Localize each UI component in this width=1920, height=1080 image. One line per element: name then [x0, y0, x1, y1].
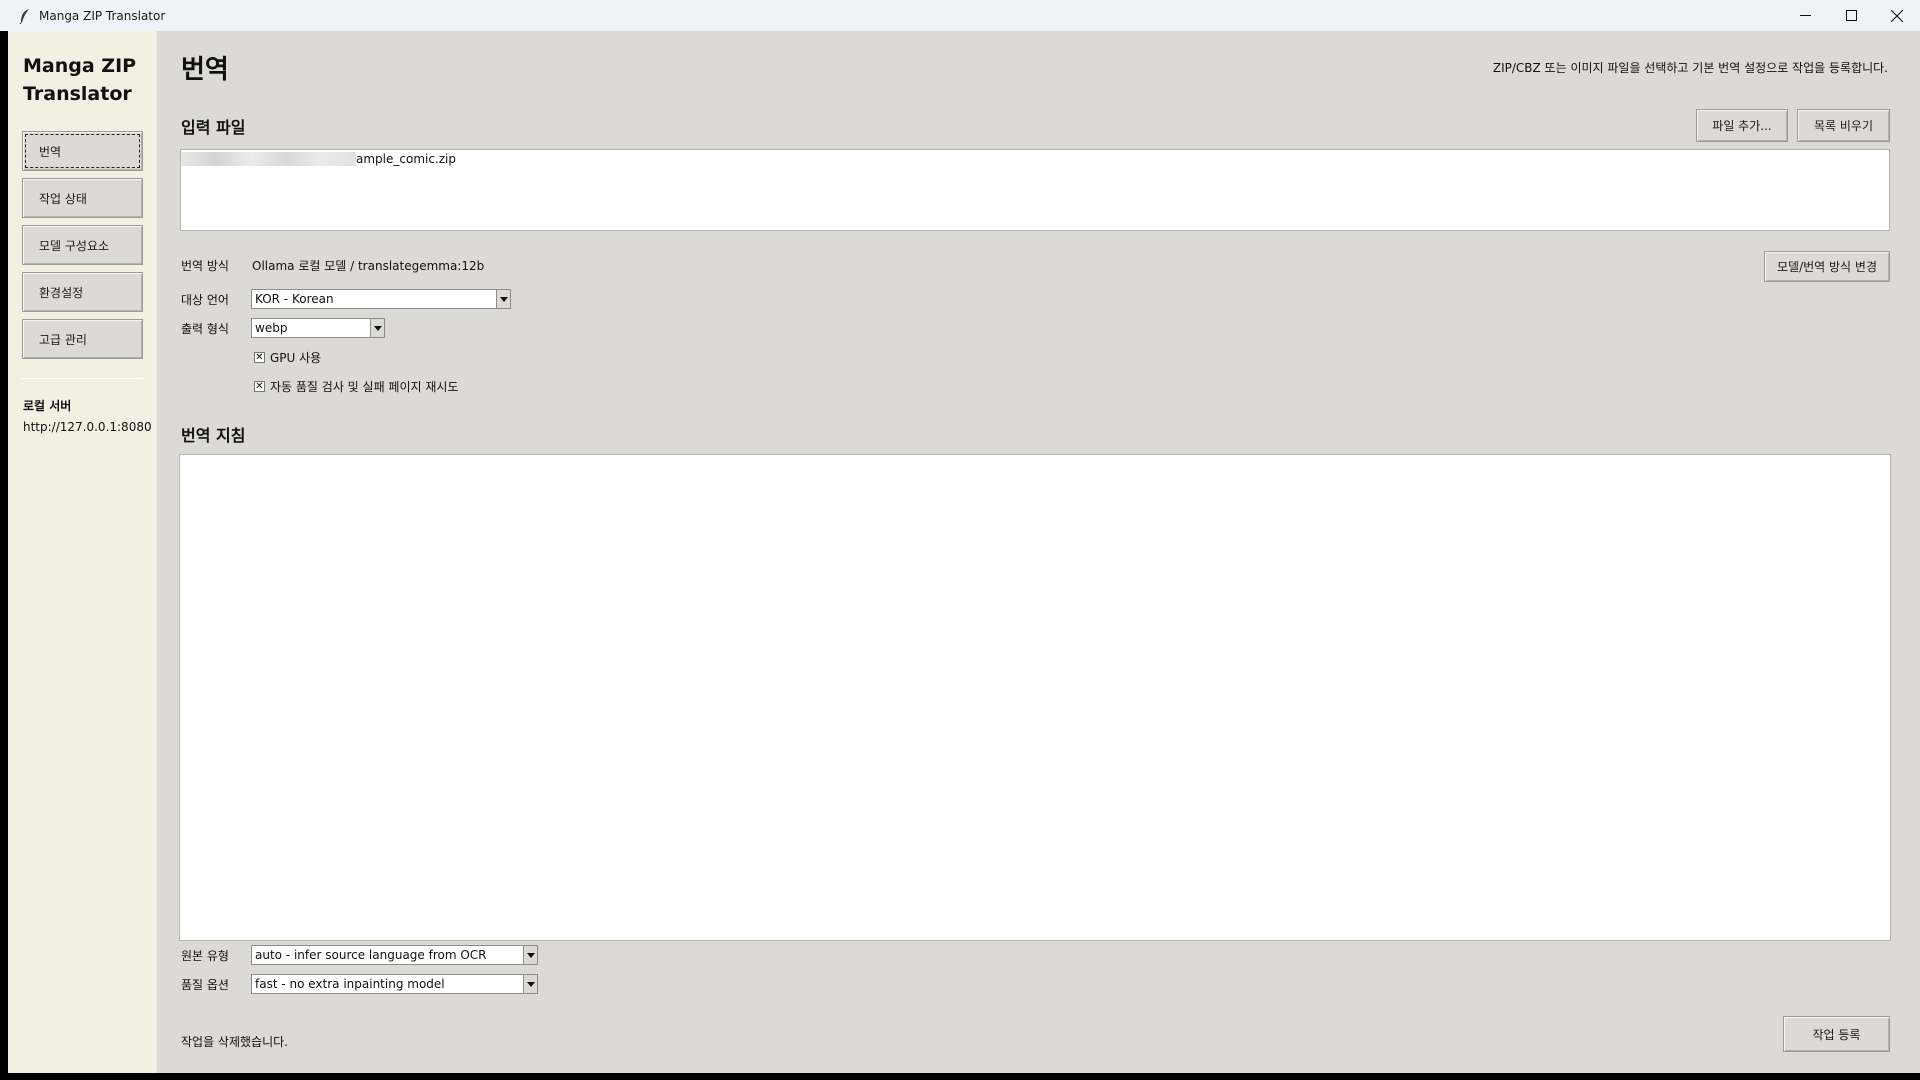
- method-label: 번역 방식: [181, 259, 229, 273]
- target-language-value: KOR - Korean: [255, 292, 334, 306]
- chevron-down-icon[interactable]: [523, 975, 537, 993]
- sidebar-item-label: 작업 상태: [39, 191, 87, 206]
- auto-qc-checkbox[interactable]: ✕: [254, 380, 265, 392]
- maximize-icon[interactable]: [1828, 0, 1874, 31]
- target-language-select[interactable]: KOR - Korean: [251, 289, 511, 309]
- status-message: 작업을 삭제했습니다.: [181, 1035, 288, 1049]
- server-title: 로컬 서버: [23, 399, 72, 413]
- quality-value: fast - no extra inpainting model: [255, 977, 445, 991]
- input-files-title: 입력 파일: [181, 118, 246, 137]
- method-value: Ollama 로컬 모델 / translategemma:12b: [252, 259, 485, 273]
- feather-icon: [17, 8, 33, 24]
- sidebar-item-advanced[interactable]: 고급 관리: [22, 319, 143, 359]
- minimize-icon[interactable]: [1782, 0, 1828, 31]
- window-title: Manga ZIP Translator: [39, 8, 166, 23]
- sidebar-item-settings[interactable]: 환경설정: [22, 272, 143, 312]
- output-format-label: 출력 형식: [181, 322, 229, 336]
- sidebar-item-label: 환경설정: [39, 285, 84, 300]
- target-language-label: 대상 언어: [181, 293, 229, 307]
- app-name-line2: Translator: [23, 83, 132, 105]
- chevron-down-icon[interactable]: [496, 290, 510, 308]
- file-list[interactable]: ample_comic.zip: [180, 149, 1890, 231]
- sidebar-item-translate[interactable]: 번역: [22, 131, 143, 171]
- guidelines-title: 번역 지침: [181, 426, 246, 445]
- submit-job-button[interactable]: 작업 등록: [1783, 1016, 1890, 1052]
- list-item[interactable]: ample_comic.zip: [181, 150, 1889, 167]
- sidebar-item-label: 번역: [39, 144, 62, 159]
- clear-list-button[interactable]: 목록 비우기: [1797, 109, 1890, 142]
- window-controls: [1782, 0, 1920, 31]
- app-name-line1: Manga ZIP: [23, 55, 137, 77]
- page-title: 번역: [181, 55, 229, 85]
- quality-label: 품질 옵션: [181, 978, 229, 992]
- gpu-checkbox-row[interactable]: ✕ GPU 사용: [254, 349, 321, 365]
- sidebar-divider: [22, 378, 143, 379]
- auto-qc-checkbox-label: 자동 품질 검사 및 실패 페이지 재시도: [270, 379, 459, 394]
- redacted-path: [181, 151, 356, 166]
- gpu-checkbox-label: GPU 사용: [270, 350, 322, 365]
- app-name: Manga ZIP Translator: [23, 52, 153, 108]
- sidebar: Manga ZIP Translator 번역 작업 상태 모델 구성요소 환경…: [8, 31, 157, 1073]
- source-type-select[interactable]: auto - infer source language from OCR: [251, 945, 538, 965]
- close-icon[interactable]: [1874, 0, 1920, 31]
- page-description: ZIP/CBZ 또는 이미지 파일을 선택하고 기본 번역 설정으로 작업을 등…: [1492, 61, 1888, 75]
- app-window: Manga ZIP Translator 번역 작업 상태 모델 구성요소 환경…: [8, 31, 1920, 1073]
- sidebar-item-job-status[interactable]: 작업 상태: [22, 178, 143, 218]
- chevron-down-icon[interactable]: [370, 319, 384, 337]
- output-format-select[interactable]: webp: [251, 318, 385, 338]
- output-format-value: webp: [255, 321, 288, 335]
- sidebar-item-model-components[interactable]: 모델 구성요소: [22, 225, 143, 265]
- sidebar-item-label: 모델 구성요소: [39, 238, 110, 253]
- guidelines-textarea[interactable]: [179, 454, 1891, 941]
- chevron-down-icon[interactable]: [523, 946, 537, 964]
- sidebar-item-label: 고급 관리: [39, 332, 87, 347]
- source-type-value: auto - infer source language from OCR: [255, 948, 487, 962]
- server-url: http://127.0.0.1:8080: [23, 420, 152, 434]
- add-files-button[interactable]: 파일 추가...: [1696, 109, 1788, 142]
- quality-select[interactable]: fast - no extra inpainting model: [251, 974, 538, 994]
- change-model-button[interactable]: 모델/번역 방식 변경: [1764, 251, 1890, 282]
- gpu-checkbox[interactable]: ✕: [254, 351, 265, 363]
- title-bar: Manga ZIP Translator: [0, 0, 1920, 31]
- file-name: ample_comic.zip: [356, 151, 457, 166]
- source-type-label: 원본 유형: [181, 949, 229, 963]
- auto-qc-checkbox-row[interactable]: ✕ 자동 품질 검사 및 실패 페이지 재시도: [254, 378, 459, 394]
